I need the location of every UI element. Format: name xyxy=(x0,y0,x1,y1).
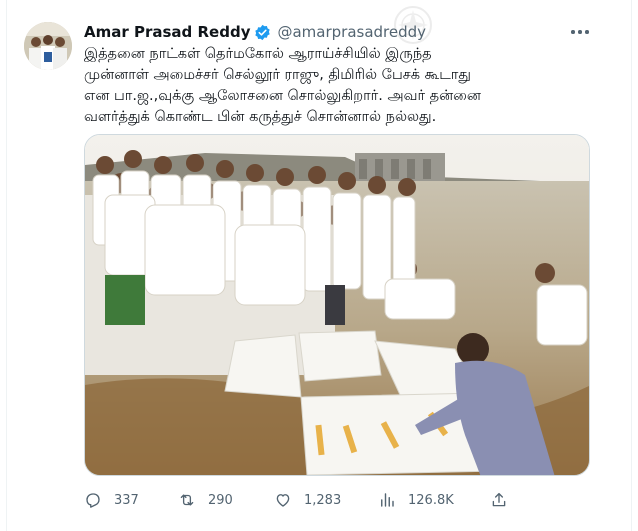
verified-badge-icon xyxy=(255,24,271,40)
like-count: 1,283 xyxy=(304,492,342,508)
retweet-icon xyxy=(180,494,194,506)
reply-button[interactable]: 337 xyxy=(84,488,139,512)
reply-count: 337 xyxy=(114,492,139,508)
views-button[interactable]: 126.8K xyxy=(378,488,454,512)
retweet-count: 290 xyxy=(208,492,233,508)
views-icon xyxy=(381,493,394,507)
tweet-text: இத்தனை நாட்கள் தெர்மகோல் ஆராய்ச்சியில் இ… xyxy=(84,44,594,128)
avatar-photo xyxy=(24,22,72,70)
author-display-name[interactable]: Amar Prasad Reddy xyxy=(84,23,250,41)
views-count: 126.8K xyxy=(408,492,454,508)
tweet-text-line: முன்னாள் அமைச்சர் செல்லூர் ராஜு, திமிரில… xyxy=(84,67,471,83)
author-avatar[interactable] xyxy=(24,22,72,70)
tweet-text-line: என பா.ஜ.,வுக்கு ஆலோசனை சொல்லுகிறார். அவர… xyxy=(84,88,481,104)
more-icon[interactable] xyxy=(568,22,592,42)
author-handle[interactable]: @amarprasadreddy xyxy=(277,23,426,41)
tweet-header: Amar Prasad Reddy @amarprasadreddy xyxy=(84,21,426,43)
like-button[interactable]: 1,283 xyxy=(274,488,341,512)
tweet-text-line: இத்தனை நாட்கள் தெர்மகோல் ஆராய்ச்சியில் இ… xyxy=(84,46,432,62)
tweet-actions: 337 290 1,283 126.8K xyxy=(84,488,514,512)
reply-icon xyxy=(86,493,100,508)
tweet-media-photo[interactable] xyxy=(84,134,590,476)
retweet-button[interactable]: 290 xyxy=(178,488,233,512)
share-icon xyxy=(492,492,506,507)
share-button[interactable] xyxy=(490,488,508,512)
like-icon xyxy=(276,494,290,507)
tweet-text-line: வளர்த்துக் கொண்ட பின் கருத்துச் சொன்னால்… xyxy=(84,109,437,125)
photo-dam-thermocol-scene xyxy=(85,135,589,475)
